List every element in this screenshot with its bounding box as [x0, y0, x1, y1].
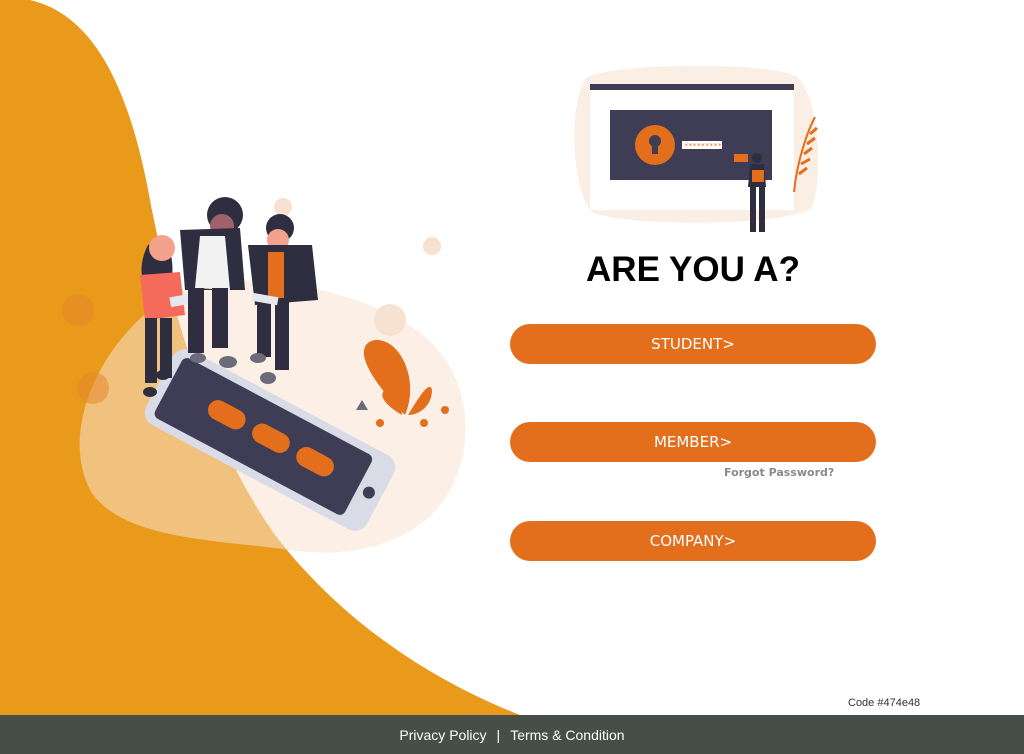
- student-button[interactable]: STUDENT>: [510, 324, 876, 364]
- company-button[interactable]: COMPANY>: [510, 521, 876, 561]
- forgot-password-link[interactable]: Forgot Password?: [724, 466, 834, 479]
- privacy-policy-link[interactable]: Privacy Policy: [399, 727, 486, 743]
- member-button[interactable]: MEMBER>: [510, 422, 876, 462]
- people-with-phone-illustration: [62, 197, 466, 553]
- footer: Privacy Policy | Terms & Condition: [0, 715, 1024, 754]
- page-heading: ARE YOU A?: [586, 250, 800, 289]
- footer-separator: |: [496, 726, 501, 743]
- secure-login-illustration: *********: [574, 65, 819, 232]
- terms-condition-link[interactable]: Terms & Condition: [510, 727, 624, 743]
- svg-text:*********: *********: [684, 142, 722, 150]
- code-label: Code #474e48: [848, 697, 921, 709]
